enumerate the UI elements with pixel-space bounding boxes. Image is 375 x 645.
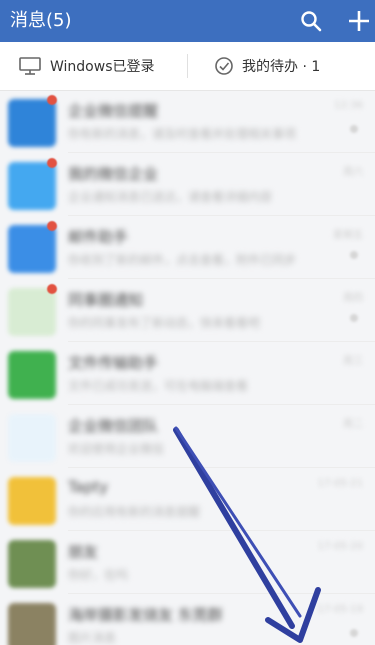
- pointer-arrow-annotation: [173, 426, 321, 643]
